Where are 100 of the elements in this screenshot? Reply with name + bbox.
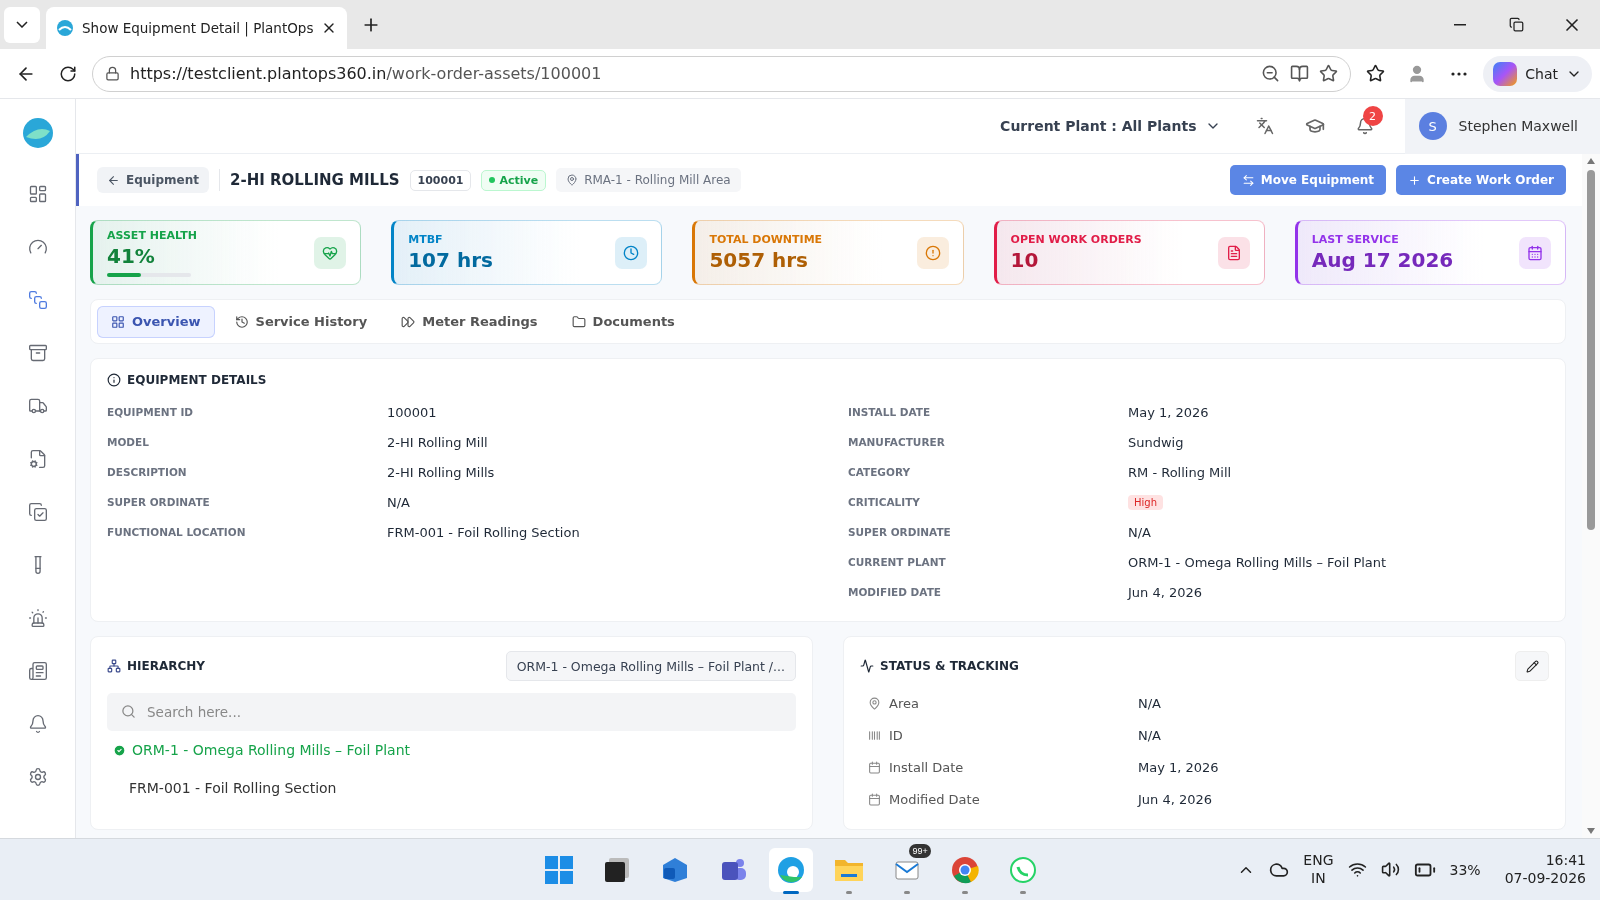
archive-icon: [27, 343, 48, 363]
restore-icon: [1508, 17, 1524, 32]
calendar-icon: [868, 760, 881, 774]
stat-label: MTBF: [408, 233, 444, 246]
wifi-icon[interactable]: [1347, 860, 1367, 879]
id-badge: 100001: [409, 169, 472, 191]
panel-title: EQUIPMENT DETAILS: [127, 373, 267, 387]
location-badge: RMA-1 - Rolling Mill Area: [556, 168, 741, 192]
scroll-up-icon[interactable]: [1587, 158, 1595, 164]
field-label: MODEL: [107, 436, 150, 448]
language-indicator[interactable]: ENG IN: [1303, 852, 1334, 887]
lock-icon: [105, 66, 120, 81]
notification-count: 2: [1362, 106, 1383, 126]
heart-pulse-icon: [314, 236, 347, 269]
stat-label: LAST SERVICE: [1311, 233, 1400, 246]
field-value: N/A: [1138, 695, 1162, 711]
chrome-icon: [949, 854, 980, 885]
bell-icon: [27, 714, 48, 734]
tab[interactable]: Documents: [557, 305, 689, 338]
stat-value: 41%: [107, 243, 156, 268]
search-field[interactable]: Search here...: [107, 693, 796, 731]
notifications-button[interactable]: 2: [1346, 108, 1383, 144]
battery-level: 33%: [1449, 861, 1481, 878]
search-icon: [121, 704, 136, 719]
field-value: FRM-001 - Foil Rolling Section: [387, 524, 581, 540]
tab[interactable]: Meter Readings: [387, 305, 552, 338]
grid-icon: [111, 314, 125, 329]
tab[interactable]: Overview: [97, 305, 215, 338]
field-label: CURRENT PLANT: [848, 556, 947, 568]
panel-title: STATUS & TRACKING: [880, 659, 1019, 673]
field-value: N/A: [1128, 524, 1152, 540]
field-label: ID: [889, 727, 903, 743]
field-label: SUPER ORDINATE: [107, 496, 211, 508]
field-value: N/A: [1138, 727, 1162, 743]
location-pin-icon: [868, 696, 881, 710]
browser-icon: [775, 854, 806, 885]
window-icon: [602, 855, 631, 884]
stat-label: ASSET HEALTH: [107, 228, 198, 242]
checklist-icon: [27, 502, 48, 522]
location-pin-icon: [566, 174, 579, 186]
calendar-icon: [1519, 236, 1551, 269]
field-value: May 1, 2026: [1128, 404, 1210, 420]
field-value: Sundwig: [1128, 434, 1185, 450]
move-equipment-button[interactable]: Move Equipment: [1229, 165, 1387, 195]
stat-value: Aug 17 2026: [1311, 248, 1455, 272]
tab-list-button[interactable]: [4, 6, 40, 43]
plant-selector[interactable]: Current Plant : All Plants: [994, 117, 1227, 135]
field-value: Jun 4, 2026: [1138, 791, 1214, 807]
field-value: N/A: [387, 494, 411, 510]
reader-icon[interactable]: [1290, 64, 1310, 83]
browser-tab[interactable]: Show Equipment Detail | PlantOps: [46, 7, 348, 49]
dashboard-icon: [27, 184, 48, 204]
user-menu[interactable]: S Stephen Maxwell: [1404, 98, 1600, 154]
field-label: Install Date: [889, 759, 964, 775]
app-logo-icon: [21, 117, 54, 149]
alert-icon: [916, 236, 949, 269]
clock[interactable]: 16:41 07-09-2026: [1504, 852, 1586, 887]
field-value: Jun 4, 2026: [1128, 584, 1204, 600]
scroll-down-icon[interactable]: [1587, 828, 1595, 834]
activity-icon: [860, 659, 874, 673]
calendar-icon: [868, 792, 881, 806]
tab[interactable]: Service History: [220, 305, 382, 338]
chevron-down-icon: [16, 21, 28, 28]
windows-icon: [543, 854, 574, 885]
create-work-order-button[interactable]: Create Work Order: [1396, 165, 1566, 195]
criticality-badge: High: [1128, 494, 1163, 510]
status-badge: Active: [481, 169, 547, 191]
site-logo-icon: [56, 19, 74, 37]
tree-item[interactable]: FRM-001 - Foil Rolling Section: [107, 769, 796, 807]
stat-value: 10: [1010, 248, 1040, 272]
settings-icon: [27, 767, 48, 787]
more-icon: [1451, 71, 1468, 76]
unread-badge: 99+: [909, 843, 931, 858]
truck-icon: [27, 396, 48, 416]
field-value: RM - Rolling Mill: [1128, 464, 1233, 480]
edit-icon: [1525, 659, 1539, 673]
field-value: ORM-1 - Omega Rolling Mills – Foil Plant: [1128, 554, 1388, 570]
path-button[interactable]: ORM-1 - Omega Rolling Mills – Foil Plant /...: [505, 651, 796, 681]
chat-icon: [1007, 854, 1038, 885]
back-button[interactable]: Equipment: [97, 167, 209, 193]
siren-icon: [27, 608, 48, 628]
field-value: May 1, 2026: [1138, 759, 1220, 775]
reload-icon: [59, 64, 77, 83]
star-icon[interactable]: [1319, 64, 1339, 83]
zoom-out-icon[interactable]: [1261, 64, 1281, 83]
barcode-icon: [868, 728, 881, 742]
field-label: MANUFACTURER: [848, 436, 946, 448]
scrollbar-thumb[interactable]: [1587, 170, 1595, 530]
back-arrow-icon: [107, 173, 120, 187]
clock-icon: [615, 236, 648, 269]
stat-label: OPEN WORK ORDERS: [1010, 233, 1143, 246]
field-label: EQUIPMENT ID: [107, 406, 195, 418]
graduation-cap-icon: [1304, 116, 1325, 136]
stat-value: 5057 hrs: [709, 248, 810, 272]
edit-button[interactable]: [1515, 651, 1549, 681]
user-avatar: S: [1418, 112, 1447, 140]
translate-icon: [1255, 117, 1274, 135]
field-value: 100001: [387, 404, 438, 420]
volume-icon[interactable]: [1380, 860, 1400, 879]
chat-button[interactable]: Chat: [1483, 55, 1592, 92]
